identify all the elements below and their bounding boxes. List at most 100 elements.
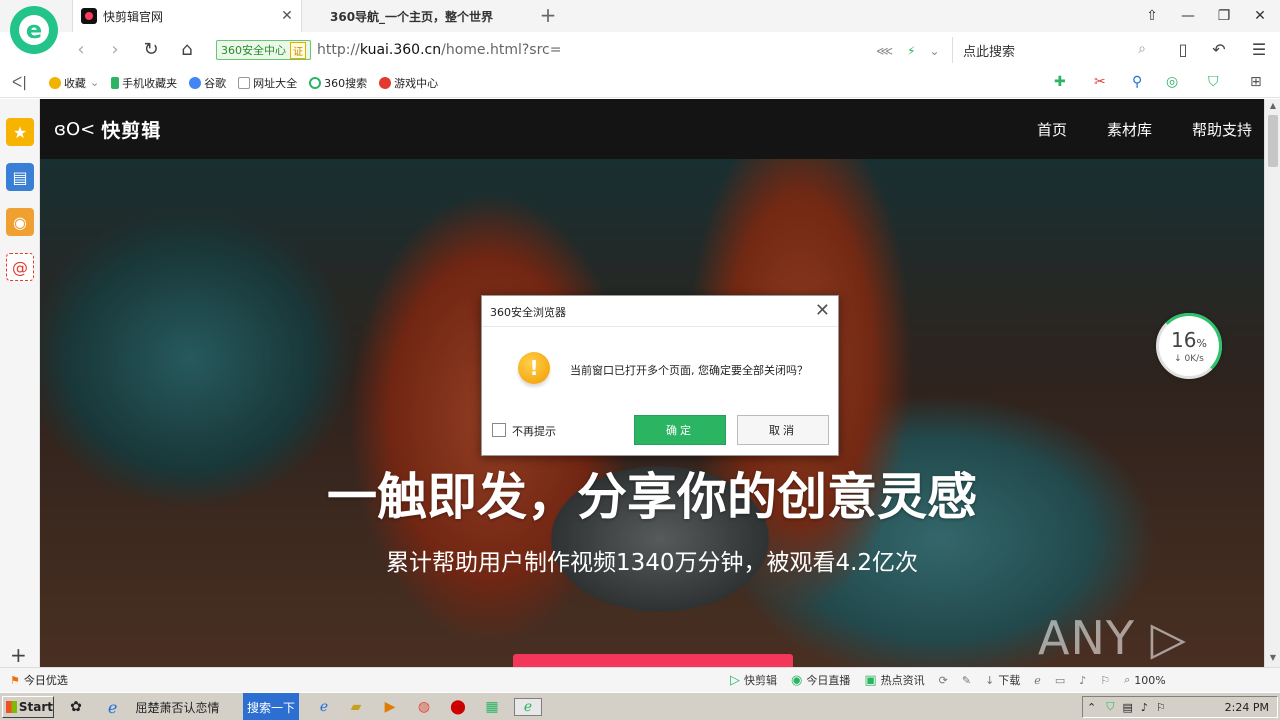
dont-show-again-label[interactable]: 不再提示 (512, 423, 556, 439)
tab-360-nav[interactable]: 360导航_一个主页，整个世界 (302, 0, 530, 32)
tray-language-icon[interactable]: ⚐ (1156, 701, 1166, 714)
cancel-button[interactable]: 取消 (737, 415, 829, 445)
apps-icon[interactable]: ⊞ (1250, 74, 1262, 90)
warning-icon: ! (518, 352, 550, 384)
flag-icon[interactable]: ⚐ (1100, 674, 1110, 687)
pin-icon[interactable]: ✎ (962, 674, 971, 687)
tray-volume-icon[interactable]: ♪ (1141, 701, 1148, 714)
live-icon: ◉ (791, 672, 803, 688)
ie-task[interactable]: ℯ 屈楚萧否认恋情 (104, 696, 223, 718)
status-kuaijianji[interactable]: ▷ 快剪辑 (730, 672, 777, 688)
tab-close-icon[interactable]: ✕ (277, 8, 297, 24)
favorites-star-icon[interactable]: ★ (6, 118, 34, 146)
ie-mode-icon[interactable]: ℯ (1034, 674, 1041, 687)
bookmark-favorites[interactable]: 收藏 ⌄ (48, 75, 100, 91)
search-input[interactable]: 点此搜索 ⌕ (952, 37, 1154, 63)
speed-percent: 16% (1159, 328, 1219, 352)
scroll-up-icon[interactable]: ▲ (1265, 101, 1280, 110)
bookmark-url-directory[interactable]: 网址大全 (238, 75, 297, 91)
news-icon: ▣ (864, 672, 877, 688)
status-item-label: 下载 (998, 674, 1021, 687)
menu-icon[interactable]: ☰ (1246, 38, 1272, 62)
dont-show-again-checkbox[interactable] (492, 423, 506, 437)
nav-home[interactable]: 首页 (1037, 119, 1067, 140)
media-player-icon[interactable]: ▶ (380, 698, 400, 716)
undo-close-icon[interactable]: ↶ (1206, 38, 1232, 62)
chevron-down-icon[interactable]: ⌄ (930, 44, 940, 58)
antivirus-icon[interactable]: ⬤ (448, 698, 468, 716)
speed-mode-icon[interactable]: ⚡ (907, 44, 915, 58)
close-window-button[interactable]: ✕ (1242, 0, 1278, 32)
zoom-icon: ⌕ (1124, 673, 1131, 686)
reload-button[interactable]: ↻ (138, 38, 164, 62)
mail-icon[interactable]: @ (6, 253, 34, 281)
start-label: Start (18, 700, 53, 714)
page-icon (238, 76, 251, 89)
add-sidebar-item-icon[interactable]: + (10, 643, 27, 667)
bookmark-game-center[interactable]: 游戏中心 (379, 75, 438, 91)
share-icon[interactable]: ⋘ (876, 44, 893, 58)
weibo-icon[interactable]: ◉ (6, 208, 34, 236)
browser-logo-icon[interactable]: e (10, 6, 58, 54)
skin-icon[interactable]: ⇧ (1134, 0, 1170, 32)
status-news[interactable]: ▣ 热点资讯 (864, 672, 924, 688)
sidebar-toggle-icon[interactable]: ᐸ| (12, 75, 27, 91)
zoom-control[interactable]: ⌕ 100% (1124, 673, 1166, 687)
search-icon[interactable]: ⌕ (1138, 41, 1146, 57)
reading-list-icon[interactable]: ▤ (6, 163, 34, 191)
security-badge[interactable]: 360安全中心 证 (216, 40, 311, 60)
safe-shield-icon[interactable]: ⛉ (1208, 74, 1219, 90)
window-icon[interactable]: ▭ (1055, 674, 1065, 687)
quick-launch-icon[interactable]: ✿ (66, 698, 86, 716)
tray-shield-icon[interactable]: ⛉ (1106, 700, 1114, 714)
tray-expand-icon[interactable]: ⌃ (1087, 701, 1096, 714)
speed-widget[interactable]: 16% ↓ 0K/s (1156, 313, 1222, 379)
windows-logo-icon (6, 701, 17, 713)
phone-icon (111, 76, 120, 89)
search-tool-icon[interactable]: ⚲ (1132, 74, 1142, 90)
dialog-close-icon[interactable]: ✕ (815, 300, 830, 321)
task-label: 屈楚萧否认恋情 (135, 700, 220, 715)
address-bar: ‹ › ↻ ⌂ 360安全中心 证 http://kuai.360.cn/hom… (0, 32, 1280, 68)
home-button[interactable]: ⌂ (174, 38, 200, 62)
chrome-icon[interactable]: ◍ (414, 698, 434, 716)
status-tools: ▷ 快剪辑 ◉ 今日直播 ▣ 热点资讯 ⟳ ✎ ↓ 下载 ℯ ▭ ♪ ⚐ ⌕ 100% (730, 668, 1166, 692)
nav-help[interactable]: 帮助支持 (1192, 119, 1252, 140)
today-picks[interactable]: ⚑ 今日优选 (10, 672, 68, 688)
status-live[interactable]: ◉ 今日直播 (791, 672, 850, 688)
scroll-down-icon[interactable]: ▼ (1265, 653, 1280, 662)
taskbar-search-button[interactable]: 搜索一下 (243, 693, 299, 720)
360-browser-task-icon[interactable]: ℯ (514, 698, 542, 716)
scroll-thumb[interactable] (1268, 115, 1278, 167)
ie-quick-icon[interactable]: ℯ (314, 698, 334, 716)
chevron-down-icon: ⌄ (89, 76, 100, 89)
app-icon[interactable]: ▦ (482, 698, 502, 716)
minimize-button[interactable]: — (1170, 0, 1206, 32)
status-download[interactable]: ↓ 下载 (985, 672, 1020, 688)
download-cta-button[interactable] (513, 654, 793, 667)
mobile-icon[interactable]: ▯ (1170, 38, 1196, 62)
start-button[interactable]: Start (2, 696, 54, 718)
bookmark-mobile[interactable]: 手机收藏夹 (111, 75, 177, 91)
sound-icon[interactable]: ♪ (1079, 674, 1086, 687)
bookmark-label: 收藏 (63, 76, 86, 90)
site-logo[interactable]: ɞO< 快剪辑 (54, 116, 161, 143)
game-controller-icon[interactable]: ◎ (1166, 74, 1178, 90)
restore-button[interactable]: ❐ (1206, 0, 1242, 32)
bookmark-360-search[interactable]: 360搜索 (309, 75, 367, 91)
star-icon (48, 76, 61, 89)
new-tab-button[interactable]: + (536, 4, 560, 28)
tray-network-icon[interactable]: ▤ (1122, 701, 1132, 714)
confirm-button[interactable]: 确定 (634, 415, 726, 445)
screenshot-icon[interactable]: ✂ (1094, 74, 1106, 90)
vertical-scrollbar[interactable]: ▲ ▼ (1264, 99, 1280, 667)
tab-kuaijianji[interactable]: 快剪辑官网 ✕ (72, 0, 302, 32)
translate-icon[interactable]: ✚ (1054, 74, 1066, 90)
refresh-status-icon[interactable]: ⟳ (939, 674, 948, 687)
nav-materials[interactable]: 素材库 (1107, 119, 1152, 140)
kuaijianji-favicon-icon (81, 8, 97, 24)
bookmark-google[interactable]: 谷歌 (189, 75, 226, 91)
forward-button[interactable]: › (102, 38, 128, 62)
back-button[interactable]: ‹ (68, 38, 94, 62)
folder-icon[interactable]: ▰ (346, 698, 366, 716)
